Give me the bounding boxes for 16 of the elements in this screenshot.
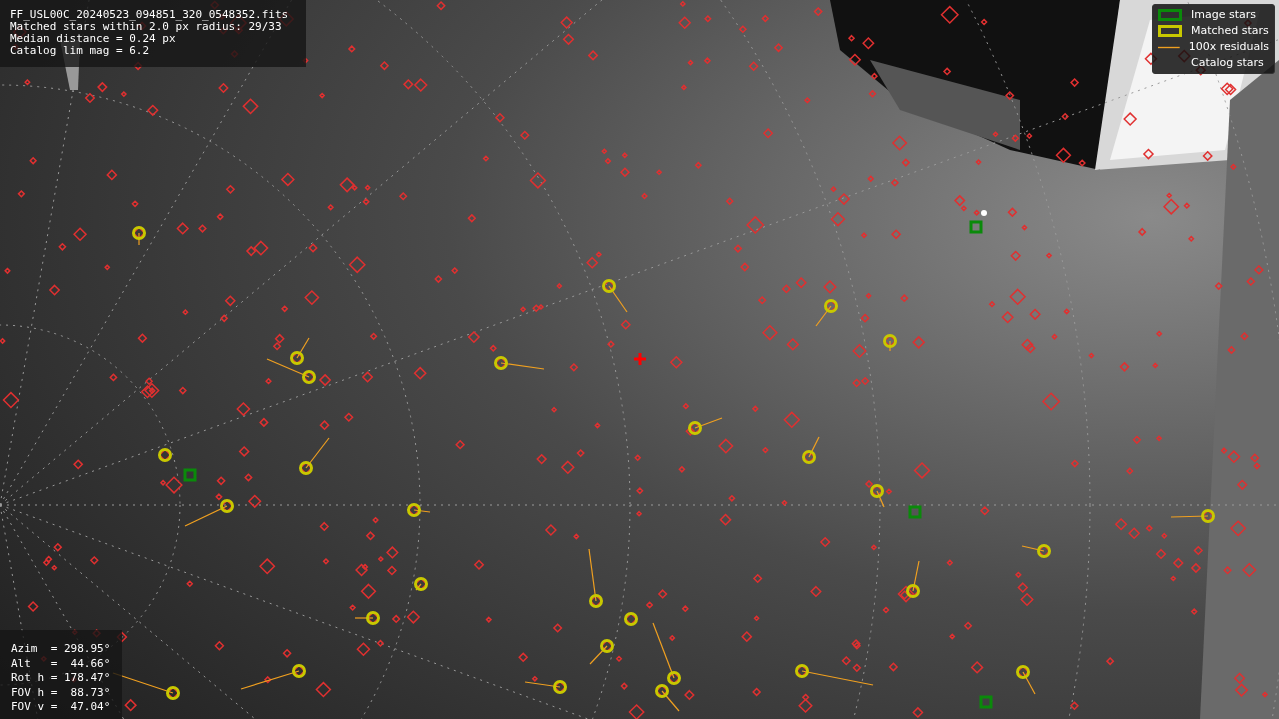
- info-text: FF_USL00C_20240523_094851_320_0548352.fits: [10, 9, 290, 21]
- pointing-text: Rot h = 178.47°: [11, 671, 112, 686]
- residual-line-icon: [1158, 45, 1180, 49]
- info-text: Median distance = 0.24 px: [10, 33, 177, 45]
- legend-label: Catalog stars: [1191, 54, 1264, 71]
- legend-label: 100x residuals: [1188, 38, 1269, 55]
- pointing-text: FOV v = 47.04°: [11, 700, 112, 715]
- legend-label: Image stars: [1191, 6, 1256, 23]
- pointing-text: Alt = 44.66°: [11, 656, 112, 671]
- matched-star-swatch-icon: [1158, 25, 1182, 37]
- legend-label: Matched stars: [1191, 22, 1269, 39]
- pointing-text: Azim = 298.95°: [11, 642, 112, 657]
- pointing-text: FOV h = 88.73°: [11, 685, 112, 700]
- info-text: Matched stars within 2.0 px radius: 29/33: [10, 21, 282, 33]
- image-star-swatch-icon: [1158, 9, 1182, 21]
- info-text: Catalog lim mag = 6.2: [10, 45, 151, 57]
